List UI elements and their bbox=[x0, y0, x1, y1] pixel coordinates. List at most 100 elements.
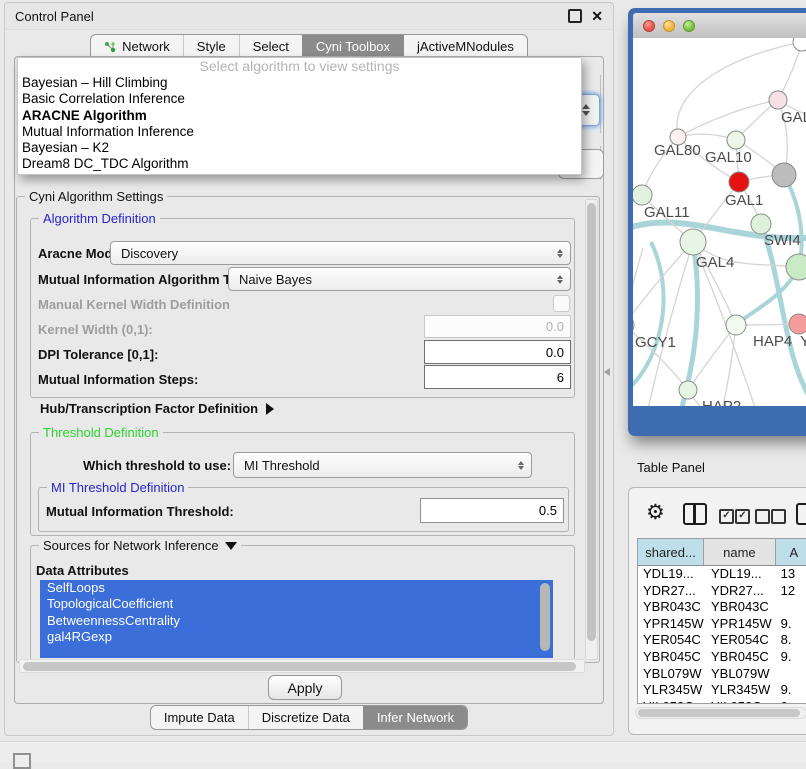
algorithm-option[interactable]: Bayesian – Hill Climbing bbox=[18, 75, 581, 91]
scrollbar-thumb[interactable] bbox=[23, 662, 576, 671]
network-canvas[interactable]: GALGAL80GAL10GAL1GAL11SWI4GAL4GCY1HAP4YH… bbox=[633, 38, 806, 406]
column-header-name[interactable]: name bbox=[704, 539, 776, 565]
scrollbar-thumb[interactable] bbox=[638, 709, 800, 717]
tab-impute-data[interactable]: Impute Data bbox=[151, 706, 248, 729]
kernel-width-label: Kernel Width (0,1): bbox=[38, 322, 153, 337]
mi-steps-label: Mutual Information Steps: bbox=[38, 372, 198, 387]
tab-cyni-toolbox[interactable]: Cyni Toolbox bbox=[302, 35, 403, 58]
gear-icon[interactable]: ⚙ bbox=[646, 501, 665, 525]
attribute-item[interactable]: TopologicalCoefficient bbox=[40, 596, 553, 612]
network-node-GAL4[interactable] bbox=[680, 229, 706, 255]
aracne-mode-value: Discovery bbox=[121, 246, 178, 261]
table-cell: YER054C bbox=[638, 632, 704, 649]
table-row[interactable]: YBL079WYBL079W bbox=[638, 666, 806, 683]
tab-label: Network bbox=[122, 39, 170, 54]
algorithm-option[interactable]: ARACNE Algorithm bbox=[18, 108, 581, 124]
mi-threshold-field[interactable]: 0.5 bbox=[420, 498, 564, 523]
network-node-GAL1[interactable] bbox=[729, 172, 749, 192]
algorithm-option[interactable]: Basic Correlation Inference bbox=[18, 91, 581, 107]
network-node-green-right[interactable] bbox=[786, 254, 806, 280]
algorithm-definition-title: Algorithm Definition bbox=[39, 211, 160, 226]
table-row[interactable]: YLR345WYLR345W9. bbox=[638, 682, 806, 699]
panel-corner-icon[interactable] bbox=[13, 753, 31, 769]
table-row[interactable]: YDR27...YDR27...12 bbox=[638, 583, 806, 600]
network-edge[interactable] bbox=[719, 325, 736, 406]
splitter-collapse-icon[interactable] bbox=[604, 368, 610, 376]
network-node-GAL11[interactable] bbox=[633, 185, 652, 205]
spinner-up-icon bbox=[582, 104, 590, 109]
control-panel-titlebar[interactable]: Control Panel ✕ bbox=[5, 3, 613, 30]
table-row[interactable]: YPR145WYPR145W9. bbox=[638, 616, 806, 633]
node-table: shared... name A YDL19...YDL19...13YDR27… bbox=[637, 538, 806, 704]
table-panel-title: Table Panel bbox=[637, 460, 705, 475]
attribute-item[interactable]: BetweennessCentrality bbox=[40, 613, 553, 629]
node-label-GAL4: GAL4 bbox=[696, 254, 734, 271]
table-cell bbox=[776, 666, 806, 683]
table-row[interactable]: YER054CYER054C8. bbox=[638, 632, 806, 649]
network-edge[interactable] bbox=[784, 175, 802, 267]
which-threshold-combo[interactable]: MI Threshold bbox=[233, 452, 532, 478]
column-layout-icon[interactable] bbox=[683, 503, 707, 525]
settings-vertical-scrollbar[interactable] bbox=[585, 199, 598, 660]
deselect-all-checkbox-icon[interactable] bbox=[771, 509, 786, 524]
float-panel-icon[interactable] bbox=[568, 9, 582, 23]
table-row[interactable]: YIL052CYIL052C0. bbox=[638, 699, 806, 704]
tab-discretize-data[interactable]: Discretize Data bbox=[248, 706, 363, 729]
status-strip bbox=[0, 741, 806, 763]
zoom-traffic-icon[interactable] bbox=[683, 20, 695, 32]
network-node-top-node[interactable] bbox=[793, 38, 806, 51]
network-node-gray-node[interactable] bbox=[772, 163, 796, 187]
network-node-gal-pink[interactable] bbox=[769, 91, 787, 109]
kernel-width-field[interactable]: 0.0 bbox=[424, 315, 571, 338]
column-header-partial[interactable]: A bbox=[776, 539, 806, 565]
attribute-item[interactable]: gal4RGexp bbox=[40, 629, 553, 645]
table-row[interactable]: YBR045CYBR045C9. bbox=[638, 649, 806, 666]
close-icon[interactable]: ✕ bbox=[591, 11, 603, 21]
select-all-checkbox-icon[interactable]: ✓ bbox=[719, 509, 734, 524]
dpi-tolerance-field[interactable]: 0.0 bbox=[424, 340, 571, 364]
network-node-HAP4[interactable] bbox=[726, 315, 746, 335]
sources-group-title[interactable]: Sources for Network Inference bbox=[39, 538, 241, 553]
table-row[interactable]: YDL19...YDL19...13 bbox=[638, 566, 806, 583]
network-node-GAL10[interactable] bbox=[727, 131, 745, 149]
network-node-salmon-node[interactable] bbox=[789, 314, 806, 334]
table-horizontal-scrollbar[interactable] bbox=[635, 707, 806, 719]
algorithm-option[interactable]: Bayesian – K2 bbox=[18, 140, 581, 156]
network-view-window[interactable]: GALGAL80GAL10GAL1GAL11SWI4GAL4GCY1HAP4YH… bbox=[628, 8, 806, 436]
deselect-all-checkbox-icon[interactable] bbox=[755, 509, 770, 524]
network-node-GCY1[interactable] bbox=[633, 315, 634, 335]
algorithm-dropdown-popup: Select algorithm to view settings Bayesi… bbox=[17, 57, 582, 175]
mi-steps-field[interactable]: 6 bbox=[424, 365, 571, 389]
tab-style[interactable]: Style bbox=[183, 35, 239, 58]
tab-infer-network[interactable]: Infer Network bbox=[363, 706, 467, 729]
sources-label: Sources for Network Inference bbox=[43, 538, 219, 553]
aracne-mode-combo[interactable]: Discovery bbox=[110, 241, 571, 265]
tab-jactivemnodules[interactable]: jActiveMNodules bbox=[403, 35, 527, 58]
mi-type-combo[interactable]: Naive Bayes bbox=[228, 267, 571, 291]
table-cell: YER054C bbox=[704, 632, 776, 649]
network-node-SWI4[interactable] bbox=[751, 214, 771, 234]
network-edge[interactable] bbox=[633, 248, 643, 325]
hub-section-toggle[interactable]: Hub/Transcription Factor Definition bbox=[40, 401, 274, 416]
table-mode-icon[interactable] bbox=[796, 503, 806, 525]
apply-button[interactable]: Apply bbox=[268, 675, 342, 700]
tab-network[interactable]: Network bbox=[91, 35, 183, 58]
table-row[interactable]: YBR043CYBR043C bbox=[638, 599, 806, 616]
network-window-titlebar[interactable] bbox=[633, 13, 806, 38]
data-attributes-label: Data Attributes bbox=[36, 563, 129, 578]
algorithm-option[interactable]: Mutual Information Inference bbox=[18, 124, 581, 140]
manual-kernel-checkbox[interactable] bbox=[553, 295, 570, 312]
close-traffic-icon[interactable] bbox=[643, 20, 655, 32]
network-edge[interactable] bbox=[678, 100, 778, 137]
attributes-scrollbar[interactable] bbox=[540, 583, 550, 651]
attribute-item[interactable]: SelfLoops bbox=[40, 580, 553, 596]
minimize-traffic-icon[interactable] bbox=[663, 20, 675, 32]
scrollbar-thumb[interactable] bbox=[587, 203, 596, 641]
algorithm-option[interactable]: Dream8 DC_TDC Algorithm bbox=[18, 156, 581, 172]
select-all-checkbox-icon[interactable]: ✓ bbox=[735, 509, 750, 524]
settings-horizontal-scrollbar[interactable] bbox=[19, 659, 585, 673]
tab-select[interactable]: Select bbox=[239, 35, 302, 58]
column-header-shared-name[interactable]: shared... bbox=[638, 539, 704, 565]
network-node-HAP2[interactable] bbox=[679, 381, 697, 399]
data-attributes-list[interactable]: SelfLoopsTopologicalCoefficientBetweenne… bbox=[40, 580, 553, 658]
